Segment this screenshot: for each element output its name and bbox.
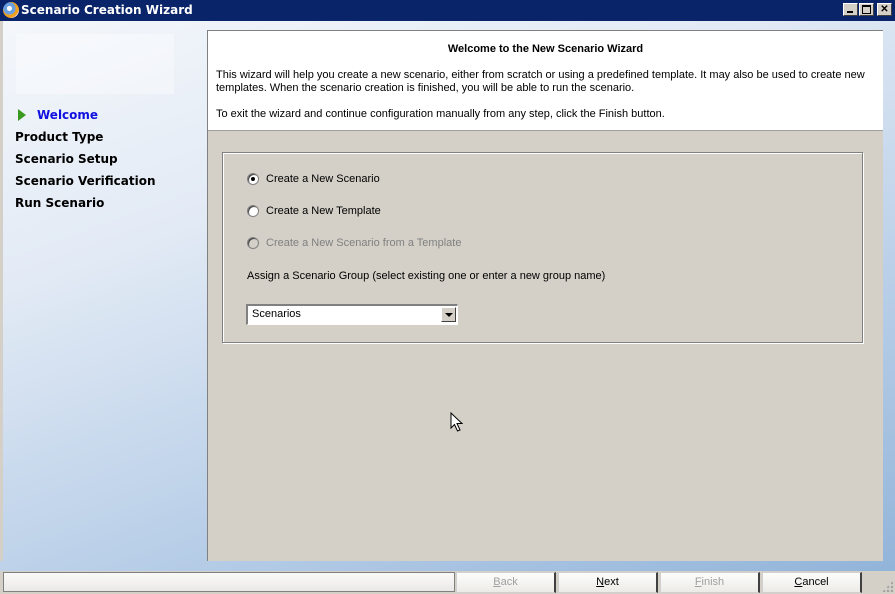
radio-scenario-from-template: Create a New Scenario from a Template <box>247 237 461 249</box>
step-welcome: Welcome <box>15 107 156 129</box>
status-field <box>3 572 455 592</box>
radio-new-scenario[interactable]: Create a New Scenario <box>247 173 380 185</box>
minimize-button[interactable] <box>843 3 858 16</box>
window-title: Scenario Creation Wizard <box>21 3 193 17</box>
step-scenario-verification: Scenario Verification <box>15 174 156 188</box>
step-product-type: Product Type <box>15 130 104 144</box>
options-group: Create a New Scenario Create a New Templ… <box>222 152 863 343</box>
app-icon <box>3 2 19 18</box>
wizard-sidebar: Welcome Product Type Scenario Setup Scen… <box>0 21 205 561</box>
step-scenario-setup: Scenario Setup <box>15 152 118 166</box>
maximize-button[interactable] <box>859 3 874 16</box>
step-run-scenario: Run Scenario <box>15 196 105 210</box>
logo-area <box>16 34 174 94</box>
close-button[interactable]: ✕ <box>877 3 892 16</box>
page-header: Welcome to the New Scenario Wizard This … <box>208 31 883 131</box>
intro-text: This wizard will help you create a new s… <box>216 69 865 94</box>
cancel-button[interactable]: Cancel <box>762 572 862 593</box>
finish-button[interactable]: Finish <box>660 572 760 593</box>
title-bar: Scenario Creation Wizard ✕ <box>0 0 895 21</box>
wizard-footer: Back Next Finish Cancel <box>0 571 895 594</box>
next-button[interactable]: Next <box>558 572 658 593</box>
mouse-cursor-icon <box>450 412 464 432</box>
scenario-group-label: Assign a Scenario Group (select existing… <box>247 270 606 282</box>
radio-unchecked-icon[interactable] <box>247 205 259 217</box>
scenario-group-combobox[interactable]: Scenarios <box>246 304 458 325</box>
current-step-arrow-icon <box>18 109 26 121</box>
wizard-page: Welcome to the New Scenario Wizard This … <box>207 30 883 561</box>
radio-disabled-icon <box>247 237 259 249</box>
resize-grip-icon[interactable] <box>882 581 893 592</box>
scenario-group-value[interactable]: Scenarios <box>252 308 301 320</box>
finish-hint-text: To exit the wizard and continue configur… <box>216 108 665 120</box>
wizard-steps: Welcome Product Type Scenario Setup Scen… <box>15 107 156 217</box>
radio-checked-icon[interactable] <box>247 173 259 185</box>
dropdown-arrow-icon[interactable] <box>441 307 456 322</box>
back-button[interactable]: Back <box>456 572 556 593</box>
page-title: Welcome to the New Scenario Wizard <box>447 43 644 55</box>
radio-new-template[interactable]: Create a New Template <box>247 205 381 217</box>
